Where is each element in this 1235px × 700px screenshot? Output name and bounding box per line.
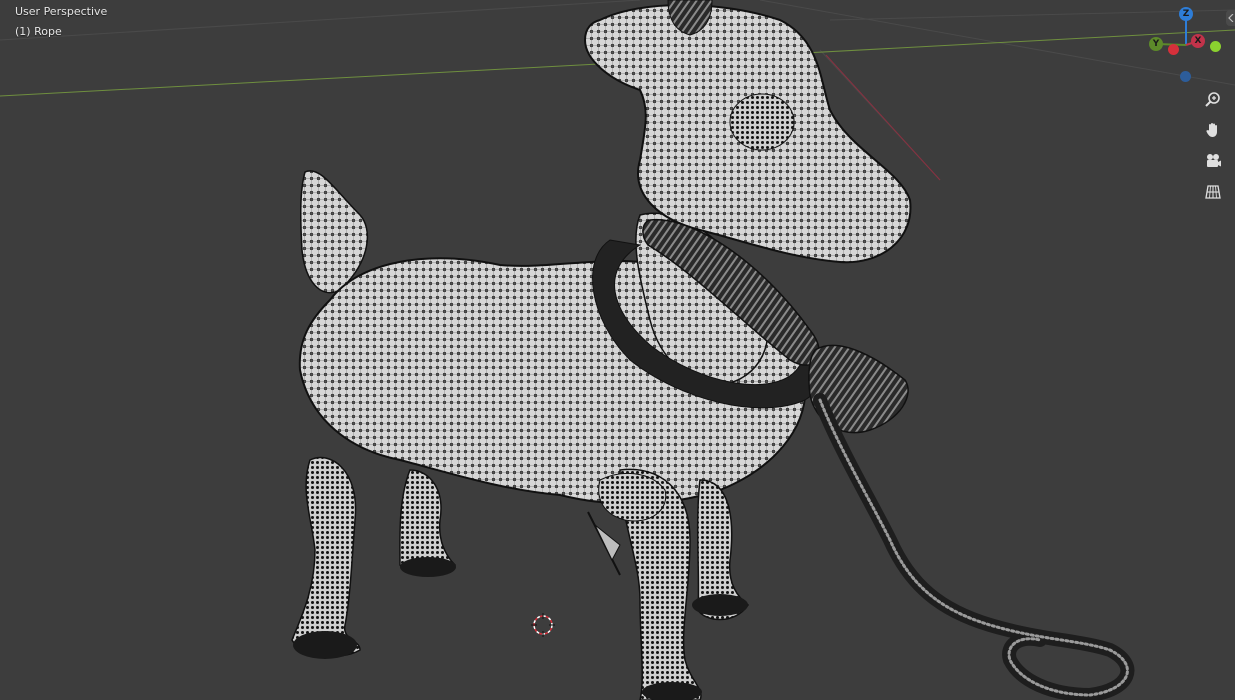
camera-view-button[interactable] (1199, 147, 1227, 175)
grid-icon (1205, 185, 1221, 199)
navigation-gizmo[interactable]: Z Y X (1140, 0, 1235, 95)
hoof (293, 631, 357, 659)
scene-canvas[interactable] (0, 0, 1235, 700)
view-perspective-label: User Perspective (15, 5, 108, 18)
hoof (692, 594, 748, 616)
perspective-toggle-button[interactable] (1199, 178, 1227, 206)
zoom-button[interactable] (1199, 86, 1227, 114)
cow-tail (300, 170, 369, 294)
hoof (400, 557, 456, 577)
chevron-left-icon (1227, 14, 1233, 22)
active-object-label: (1) Rope (15, 25, 62, 38)
cow-udder (598, 472, 667, 522)
rope-leash (813, 393, 1135, 700)
3d-viewport[interactable]: User Perspective (1) Rope Z Y X (0, 0, 1235, 700)
cow-mesh[interactable] (291, 0, 1135, 700)
hand-icon (1206, 123, 1217, 137)
pan-button[interactable] (1199, 116, 1227, 144)
cow-leg-back-left (291, 456, 361, 657)
camera-icon (1207, 154, 1221, 167)
light-object[interactable] (587, 511, 621, 576)
cow-eye (729, 93, 795, 151)
neg-y-axis-ball[interactable] (1210, 41, 1221, 52)
sidebar-collapse-button[interactable] (1226, 10, 1235, 26)
neg-z-axis-ball[interactable] (1180, 71, 1191, 82)
3d-cursor-icon[interactable] (531, 613, 555, 637)
x-axis-ball[interactable]: X (1191, 34, 1205, 48)
y-axis-ball[interactable]: Y (1149, 37, 1163, 51)
z-axis-ball[interactable]: Z (1179, 7, 1193, 21)
neg-x-axis-ball[interactable] (1168, 44, 1179, 55)
magnifier-plus-icon (1205, 92, 1220, 107)
